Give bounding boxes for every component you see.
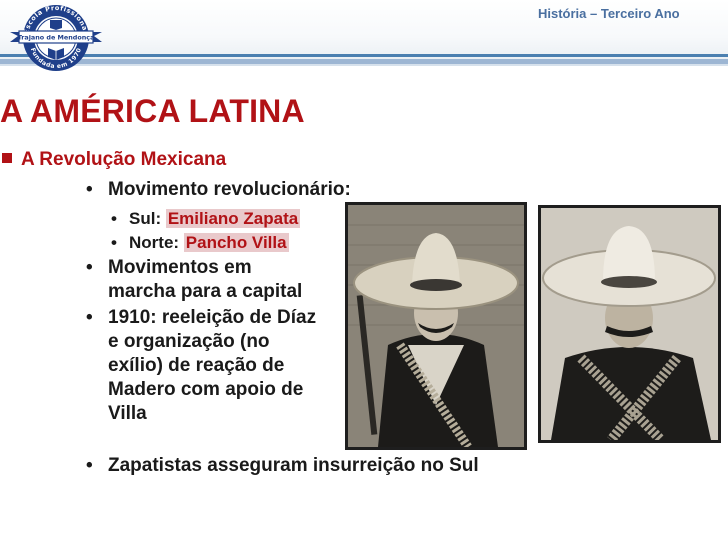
bullet-text: Villa	[108, 403, 147, 424]
school-logo: Escola Profissional Fundada em 1970 Traj…	[8, 2, 104, 74]
bullet-dot-icon: •	[86, 257, 93, 278]
bullet-text: Movimentos em	[108, 257, 252, 278]
bullet-dot-icon: •	[111, 233, 117, 252]
slide-title: A AMÉRICA LATINA	[0, 93, 305, 129]
bullet-text: exílio) de reação de	[108, 355, 285, 376]
course-label: História – Terceiro Ano	[538, 6, 680, 21]
sub-bullet-label: Norte:	[129, 233, 180, 252]
bullet-item: • Movimento revolucionário:	[86, 178, 351, 202]
portrait-zapata-photo	[345, 202, 527, 450]
bullet-text: marcha para a capital	[108, 281, 303, 302]
square-bullet-icon	[2, 153, 12, 163]
bullet-text: 1910: reeleição de Díaz	[108, 307, 317, 328]
highlight-name-zapata: Emiliano Zapata	[165, 209, 301, 228]
bullet-text: e organização (no	[108, 331, 270, 352]
logo-banner-text: Trajano de Mendonça	[18, 34, 95, 42]
bullet-dot-icon: •	[111, 209, 117, 228]
bullet-text: Madero com apoio de	[108, 379, 304, 400]
bullet-dot-icon: •	[86, 307, 93, 328]
highlight-name-villa: Pancho Villa	[183, 233, 289, 252]
bullet-text: Zapatistas asseguram insurreição no Sul	[108, 455, 479, 476]
bullet-text: Movimento revolucionário:	[108, 179, 351, 200]
bullet-dot-icon: •	[86, 455, 93, 476]
header-divider-3	[0, 64, 728, 66]
sub-bullet-item: • Sul: Emiliano Zapata	[111, 208, 301, 230]
bullet-dot-icon: •	[86, 179, 93, 200]
header-divider	[0, 54, 728, 57]
bullet-item: • Movimentos em marcha para a capital	[86, 256, 303, 304]
section-bullet: A Revolução Mexicana	[2, 149, 226, 171]
sub-bullet-label: Sul:	[129, 209, 162, 228]
bullet-item: • 1910: reeleição de Díaz e organização …	[86, 306, 317, 426]
sub-bullet-item: • Norte: Pancho Villa	[111, 232, 289, 254]
section-label: A Revolução Mexicana	[21, 149, 227, 170]
portrait-villa-photo	[538, 205, 721, 443]
bullet-item: • Zapatistas asseguram insurreição no Su…	[86, 454, 479, 478]
